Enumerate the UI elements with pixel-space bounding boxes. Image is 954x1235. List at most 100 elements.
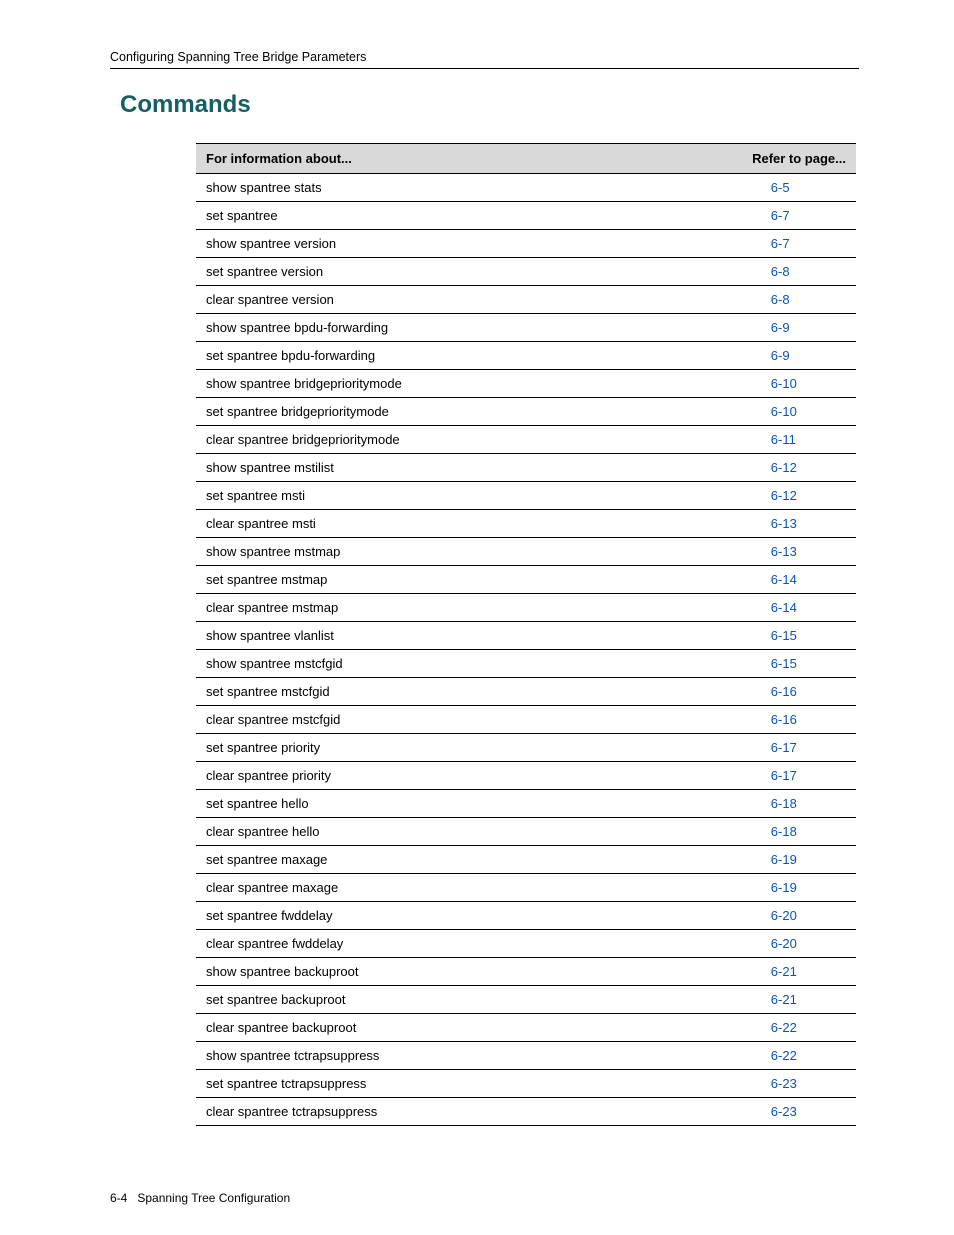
page-link[interactable]: 6-17 xyxy=(711,734,856,762)
page-link[interactable]: 6-19 xyxy=(711,846,856,874)
table-row: set spantree hello6-18 xyxy=(196,790,856,818)
page-link[interactable]: 6-23 xyxy=(711,1070,856,1098)
table-row: set spantree tctrapsuppress6-23 xyxy=(196,1070,856,1098)
command-name: show spantree stats xyxy=(196,174,711,202)
table-row: set spantree bridgeprioritymode6-10 xyxy=(196,398,856,426)
command-name: clear spantree version xyxy=(196,286,711,314)
page-link[interactable]: 6-22 xyxy=(711,1042,856,1070)
table-row: set spantree backuproot6-21 xyxy=(196,986,856,1014)
page-link[interactable]: 6-5 xyxy=(711,174,856,202)
table-row: clear spantree fwddelay6-20 xyxy=(196,930,856,958)
table-header-row: For information about... Refer to page..… xyxy=(196,144,856,174)
page-link[interactable]: 6-9 xyxy=(711,342,856,370)
table-row: clear spantree mstcfgid6-16 xyxy=(196,706,856,734)
table-row: clear spantree maxage6-19 xyxy=(196,874,856,902)
page-link[interactable]: 6-18 xyxy=(711,818,856,846)
table-row: set spantree version6-8 xyxy=(196,258,856,286)
page-link[interactable]: 6-16 xyxy=(711,678,856,706)
page-link[interactable]: 6-13 xyxy=(711,538,856,566)
table-row: set spantree maxage6-19 xyxy=(196,846,856,874)
table-row: clear spantree version6-8 xyxy=(196,286,856,314)
table-row: set spantree6-7 xyxy=(196,202,856,230)
command-name: set spantree hello xyxy=(196,790,711,818)
page-link[interactable]: 6-19 xyxy=(711,874,856,902)
command-name: clear spantree priority xyxy=(196,762,711,790)
command-name: show spantree version xyxy=(196,230,711,258)
command-name: set spantree maxage xyxy=(196,846,711,874)
page-link[interactable]: 6-10 xyxy=(711,370,856,398)
table-row: show spantree backuproot6-21 xyxy=(196,958,856,986)
commands-table-wrap: For information about... Refer to page..… xyxy=(196,143,856,1126)
page-link[interactable]: 6-14 xyxy=(711,594,856,622)
page-link[interactable]: 6-21 xyxy=(711,986,856,1014)
commands-table: For information about... Refer to page..… xyxy=(196,143,856,1126)
page-link[interactable]: 6-9 xyxy=(711,314,856,342)
table-row: show spantree mstmap6-13 xyxy=(196,538,856,566)
table-row: clear spantree backuproot6-22 xyxy=(196,1014,856,1042)
table-row: show spantree mstcfgid6-15 xyxy=(196,650,856,678)
page-link[interactable]: 6-18 xyxy=(711,790,856,818)
table-row: set spantree fwddelay6-20 xyxy=(196,902,856,930)
page-link[interactable]: 6-12 xyxy=(711,454,856,482)
command-name: show spantree bpdu-forwarding xyxy=(196,314,711,342)
table-row: clear spantree tctrapsuppress6-23 xyxy=(196,1098,856,1126)
command-name: set spantree tctrapsuppress xyxy=(196,1070,711,1098)
page-number: 6-4 xyxy=(110,1191,127,1205)
page-link[interactable]: 6-13 xyxy=(711,510,856,538)
table-row: set spantree msti6-12 xyxy=(196,482,856,510)
command-name: set spantree mstcfgid xyxy=(196,678,711,706)
command-name: clear spantree mstcfgid xyxy=(196,706,711,734)
command-name: show spantree tctrapsuppress xyxy=(196,1042,711,1070)
table-row: clear spantree msti6-13 xyxy=(196,510,856,538)
command-name: clear spantree hello xyxy=(196,818,711,846)
page-link[interactable]: 6-15 xyxy=(711,622,856,650)
table-row: show spantree tctrapsuppress6-22 xyxy=(196,1042,856,1070)
page-link[interactable]: 6-11 xyxy=(711,426,856,454)
page-link[interactable]: 6-20 xyxy=(711,930,856,958)
page-link[interactable]: 6-14 xyxy=(711,566,856,594)
command-name: clear spantree maxage xyxy=(196,874,711,902)
table-row: clear spantree priority6-17 xyxy=(196,762,856,790)
table-row: show spantree bpdu-forwarding6-9 xyxy=(196,314,856,342)
page-link[interactable]: 6-12 xyxy=(711,482,856,510)
command-name: set spantree bpdu-forwarding xyxy=(196,342,711,370)
table-row: show spantree stats6-5 xyxy=(196,174,856,202)
command-name: show spantree bridgeprioritymode xyxy=(196,370,711,398)
table-row: show spantree version6-7 xyxy=(196,230,856,258)
command-name: set spantree fwddelay xyxy=(196,902,711,930)
command-name: set spantree version xyxy=(196,258,711,286)
table-row: show spantree vlanlist6-15 xyxy=(196,622,856,650)
page-link[interactable]: 6-10 xyxy=(711,398,856,426)
table-row: set spantree mstmap6-14 xyxy=(196,566,856,594)
page-link[interactable]: 6-17 xyxy=(711,762,856,790)
table-row: set spantree mstcfgid6-16 xyxy=(196,678,856,706)
table-row: clear spantree bridgeprioritymode6-11 xyxy=(196,426,856,454)
table-row: set spantree bpdu-forwarding6-9 xyxy=(196,342,856,370)
page-link[interactable]: 6-7 xyxy=(711,202,856,230)
table-row: show spantree mstilist6-12 xyxy=(196,454,856,482)
header-page: Refer to page... xyxy=(711,144,856,174)
command-name: clear spantree bridgeprioritymode xyxy=(196,426,711,454)
page-link[interactable]: 6-21 xyxy=(711,958,856,986)
command-name: set spantree backuproot xyxy=(196,986,711,1014)
page-link[interactable]: 6-22 xyxy=(711,1014,856,1042)
command-name: show spantree mstcfgid xyxy=(196,650,711,678)
table-row: set spantree priority6-17 xyxy=(196,734,856,762)
command-name: set spantree priority xyxy=(196,734,711,762)
table-row: show spantree bridgeprioritymode6-10 xyxy=(196,370,856,398)
header-info: For information about... xyxy=(196,144,711,174)
table-row: clear spantree mstmap6-14 xyxy=(196,594,856,622)
page-link[interactable]: 6-20 xyxy=(711,902,856,930)
page-link[interactable]: 6-16 xyxy=(711,706,856,734)
command-name: set spantree mstmap xyxy=(196,566,711,594)
page-header: Configuring Spanning Tree Bridge Paramet… xyxy=(110,50,859,69)
command-name: set spantree xyxy=(196,202,711,230)
command-name: clear spantree mstmap xyxy=(196,594,711,622)
page-link[interactable]: 6-7 xyxy=(711,230,856,258)
page-link[interactable]: 6-8 xyxy=(711,258,856,286)
page-link[interactable]: 6-23 xyxy=(711,1098,856,1126)
section-title: Commands xyxy=(120,91,859,119)
page-link[interactable]: 6-8 xyxy=(711,286,856,314)
page-link[interactable]: 6-15 xyxy=(711,650,856,678)
table-row: clear spantree hello6-18 xyxy=(196,818,856,846)
